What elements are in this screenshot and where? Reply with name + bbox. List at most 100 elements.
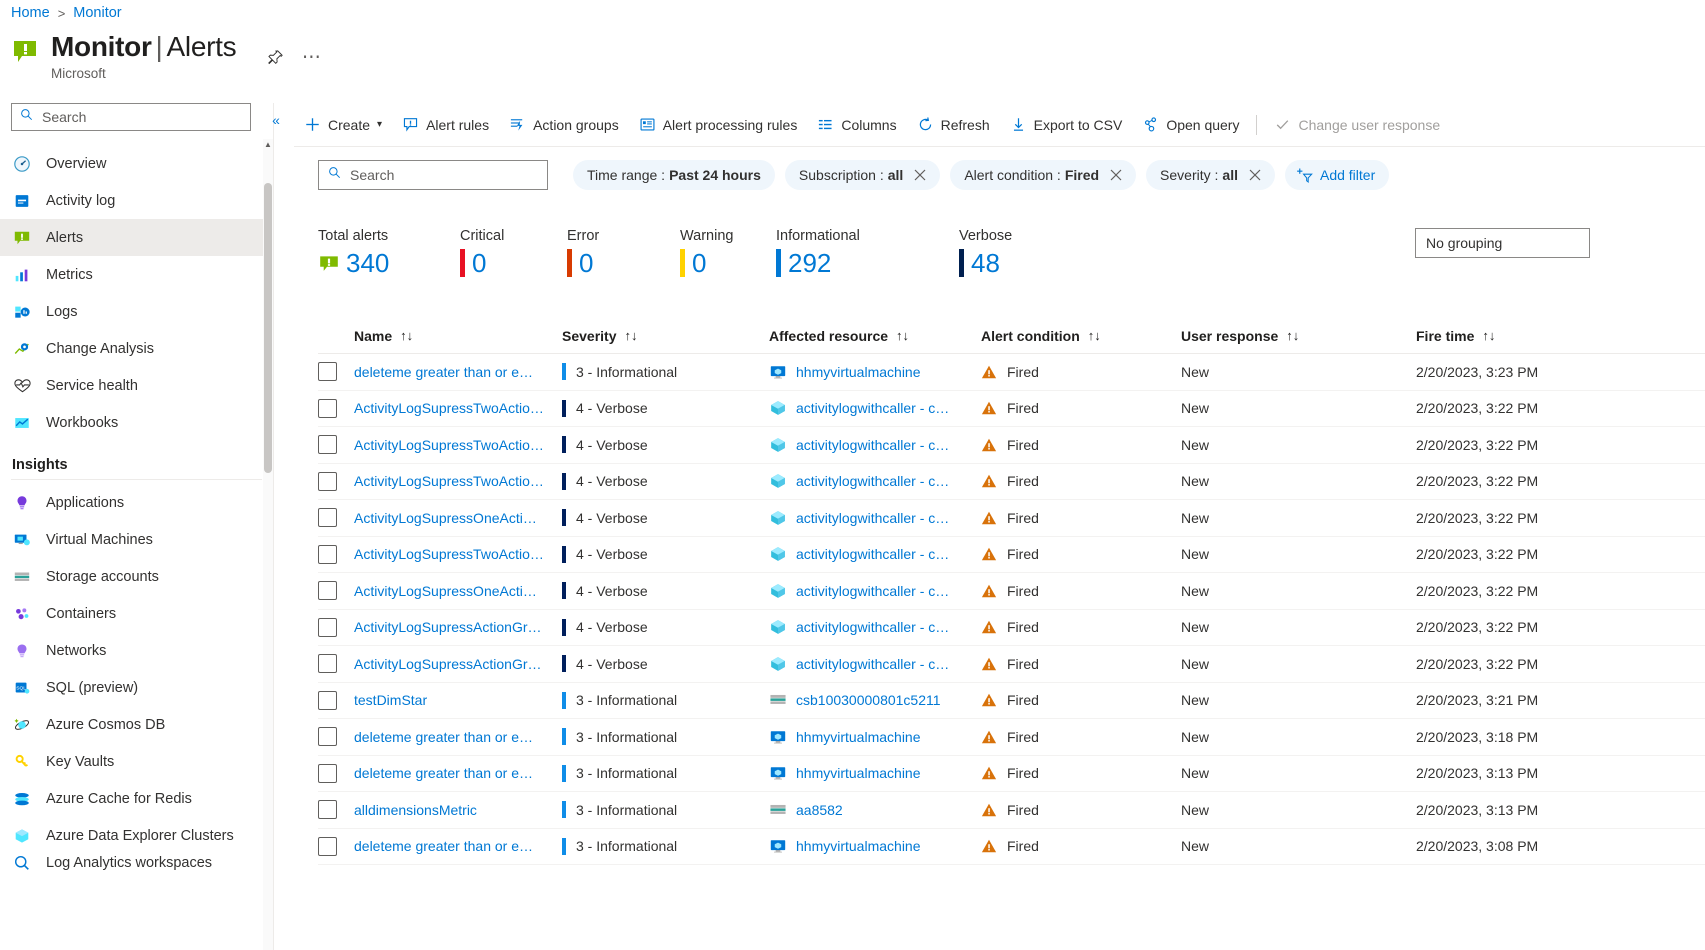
sidebar-item-sql-preview[interactable]: SQL SQL (preview) xyxy=(0,669,273,706)
remove-filter-icon[interactable] xyxy=(914,169,926,181)
row-checkbox[interactable] xyxy=(318,399,337,418)
sidebar-item-networks[interactable]: Networks xyxy=(0,632,273,669)
summary-card-warning[interactable]: Warning 0 xyxy=(680,228,776,278)
table-row[interactable]: ActivityLogSupressActionGr…4 - Verboseac… xyxy=(318,610,1705,647)
table-row[interactable]: alldimensionsMetric3 - Informationalaa85… xyxy=(318,792,1705,829)
alert-name-link[interactable]: ActivityLogSupressTwoActio… xyxy=(354,473,562,489)
sidebar-search-input[interactable] xyxy=(40,108,230,126)
summary-card-error[interactable]: Error 0 xyxy=(567,228,680,278)
sidebar-item-metrics[interactable]: Metrics xyxy=(0,256,273,293)
sidebar-item-applications[interactable]: Applications xyxy=(0,484,273,521)
alert-name-link[interactable]: deleteme greater than or e… xyxy=(354,729,562,745)
sidebar-item-logs[interactable]: Logs xyxy=(0,293,273,330)
create-button[interactable]: Create ▾ xyxy=(294,109,392,141)
alert-name-link[interactable]: ActivityLogSupressOneActi… xyxy=(354,510,562,526)
row-checkbox[interactable] xyxy=(318,654,337,673)
sidebar-item-containers[interactable]: Containers xyxy=(0,595,273,632)
sidebar-item-change-analysis[interactable]: Change Analysis xyxy=(0,330,273,367)
table-row[interactable]: ActivityLogSupressTwoActio…4 - Verboseac… xyxy=(318,391,1705,428)
affected-resource-link[interactable]: activitylogwithcaller - c… xyxy=(796,546,949,562)
row-checkbox[interactable] xyxy=(318,727,337,746)
collapse-sidebar-icon[interactable]: « xyxy=(266,110,286,130)
affected-resource-link[interactable]: hhmyvirtualmachine xyxy=(796,729,921,745)
breadcrumb-home[interactable]: Home xyxy=(11,5,50,21)
table-row[interactable]: deleteme greater than or e…3 - Informati… xyxy=(318,829,1705,866)
alert-name-link[interactable]: ActivityLogSupressTwoActio… xyxy=(354,400,562,416)
affected-resource-link[interactable]: activitylogwithcaller - c… xyxy=(796,583,949,599)
alert-name-link[interactable]: alldimensionsMetric xyxy=(354,802,562,818)
summary-card-verbose[interactable]: Verbose 48 xyxy=(959,228,1099,278)
sidebar-item-azure-cosmos-db[interactable]: Azure Cosmos DB xyxy=(0,706,273,743)
sidebar-item-azure-data-explorer-clusters[interactable]: Azure Data Explorer Clusters xyxy=(0,817,273,854)
sidebar-item-key-vaults[interactable]: Key Vaults xyxy=(0,743,273,780)
alert-name-link[interactable]: ActivityLogSupressActionGr… xyxy=(354,656,562,672)
row-checkbox[interactable] xyxy=(318,545,337,564)
filter-chip-subscription[interactable]: Subscription :all xyxy=(785,160,940,190)
summary-card-critical[interactable]: Critical 0 xyxy=(460,228,567,278)
sidebar-scrollbar[interactable]: ▲ xyxy=(263,139,273,950)
breadcrumb-monitor[interactable]: Monitor xyxy=(73,5,121,21)
affected-resource-link[interactable]: hhmyvirtualmachine xyxy=(796,765,921,781)
alert-name-link[interactable]: deleteme greater than or e… xyxy=(354,364,562,380)
affected-resource-link[interactable]: activitylogwithcaller - c… xyxy=(796,656,949,672)
affected-resource-link[interactable]: activitylogwithcaller - c… xyxy=(796,437,949,453)
sidebar-search[interactable] xyxy=(11,103,251,131)
table-row[interactable]: ActivityLogSupressTwoActio…4 - Verboseac… xyxy=(318,427,1705,464)
alert-processing-rules-button[interactable]: Alert processing rules xyxy=(629,109,808,141)
remove-filter-icon[interactable] xyxy=(1249,169,1261,181)
sidebar-item-azure-cache-for-redis[interactable]: Azure Cache for Redis xyxy=(0,780,273,817)
add-filter-button[interactable]: Add filter xyxy=(1285,160,1389,190)
table-row[interactable]: testDimStar3 - Informationalcsb100300008… xyxy=(318,683,1705,720)
table-row[interactable]: ActivityLogSupressOneActi…4 - Verboseact… xyxy=(318,573,1705,610)
row-checkbox[interactable] xyxy=(318,508,337,527)
table-row[interactable]: ActivityLogSupressTwoActio…4 - Verboseac… xyxy=(318,464,1705,501)
alert-name-link[interactable]: deleteme greater than or e… xyxy=(354,765,562,781)
affected-resource-link[interactable]: hhmyvirtualmachine xyxy=(796,838,921,854)
affected-resource-link[interactable]: hhmyvirtualmachine xyxy=(796,364,921,380)
remove-filter-icon[interactable] xyxy=(1110,169,1122,181)
summary-card-informational[interactable]: Informational 292 xyxy=(776,228,959,278)
table-row[interactable]: ActivityLogSupressActionGr…4 - Verboseac… xyxy=(318,646,1705,683)
sidebar-item-alerts[interactable]: Alerts xyxy=(0,219,273,256)
row-checkbox[interactable] xyxy=(318,472,337,491)
column-header-severity[interactable]: Severity ↑↓ xyxy=(562,328,769,344)
more-options-icon[interactable]: ⋯ xyxy=(296,42,326,72)
table-row[interactable]: deleteme greater than or e…3 - Informati… xyxy=(318,756,1705,793)
affected-resource-link[interactable]: aa8582 xyxy=(796,802,843,818)
sidebar-item-activity-log[interactable]: Activity log xyxy=(0,182,273,219)
affected-resource-link[interactable]: activitylogwithcaller - c… xyxy=(796,510,949,526)
affected-resource-link[interactable]: activitylogwithcaller - c… xyxy=(796,400,949,416)
table-row[interactable]: deleteme greater than or e…3 - Informati… xyxy=(318,354,1705,391)
table-row[interactable]: deleteme greater than or e…3 - Informati… xyxy=(318,719,1705,756)
open-query-button[interactable]: Open query xyxy=(1132,109,1249,141)
alerts-search-input[interactable] xyxy=(348,166,513,184)
refresh-button[interactable]: Refresh xyxy=(907,109,1000,141)
row-checkbox[interactable] xyxy=(318,362,337,381)
alerts-search[interactable] xyxy=(318,160,548,190)
grouping-dropdown[interactable]: No grouping xyxy=(1415,228,1590,258)
filter-chip-severity[interactable]: Severity :all xyxy=(1146,160,1275,190)
filter-chip-time-range[interactable]: Time range :Past 24 hours xyxy=(573,160,775,190)
sidebar-scrollbar-thumb[interactable] xyxy=(264,183,272,473)
scroll-up-arrow-icon[interactable]: ▲ xyxy=(264,141,272,149)
alert-name-link[interactable]: ActivityLogSupressTwoActio… xyxy=(354,546,562,562)
filter-chip-alert-condition[interactable]: Alert condition :Fired xyxy=(950,160,1136,190)
alert-name-link[interactable]: ActivityLogSupressOneActi… xyxy=(354,583,562,599)
columns-button[interactable]: Columns xyxy=(807,109,906,141)
column-header-name[interactable]: Name ↑↓ xyxy=(354,328,562,344)
column-header-user-response[interactable]: User response ↑↓ xyxy=(1181,328,1416,344)
sidebar-item-service-health[interactable]: Service health xyxy=(0,367,273,404)
sidebar-item-overview[interactable]: Overview xyxy=(0,145,273,182)
row-checkbox[interactable] xyxy=(318,691,337,710)
row-checkbox[interactable] xyxy=(318,837,337,856)
column-header-fire-time[interactable]: Fire time ↑↓ xyxy=(1416,328,1656,344)
export-to-csv-button[interactable]: Export to CSV xyxy=(1000,109,1133,141)
sidebar-item-log-analytics-workspaces[interactable]: Log Analytics workspaces xyxy=(0,854,273,872)
row-checkbox[interactable] xyxy=(318,581,337,600)
summary-card-total-alerts[interactable]: Total alerts 340 xyxy=(318,228,460,278)
alert-name-link[interactable]: ActivityLogSupressTwoActio… xyxy=(354,437,562,453)
sidebar-item-storage-accounts[interactable]: Storage accounts xyxy=(0,558,273,595)
alert-rules-button[interactable]: Alert rules xyxy=(392,109,499,141)
alert-name-link[interactable]: deleteme greater than or e… xyxy=(354,838,562,854)
pin-icon[interactable] xyxy=(260,42,290,72)
